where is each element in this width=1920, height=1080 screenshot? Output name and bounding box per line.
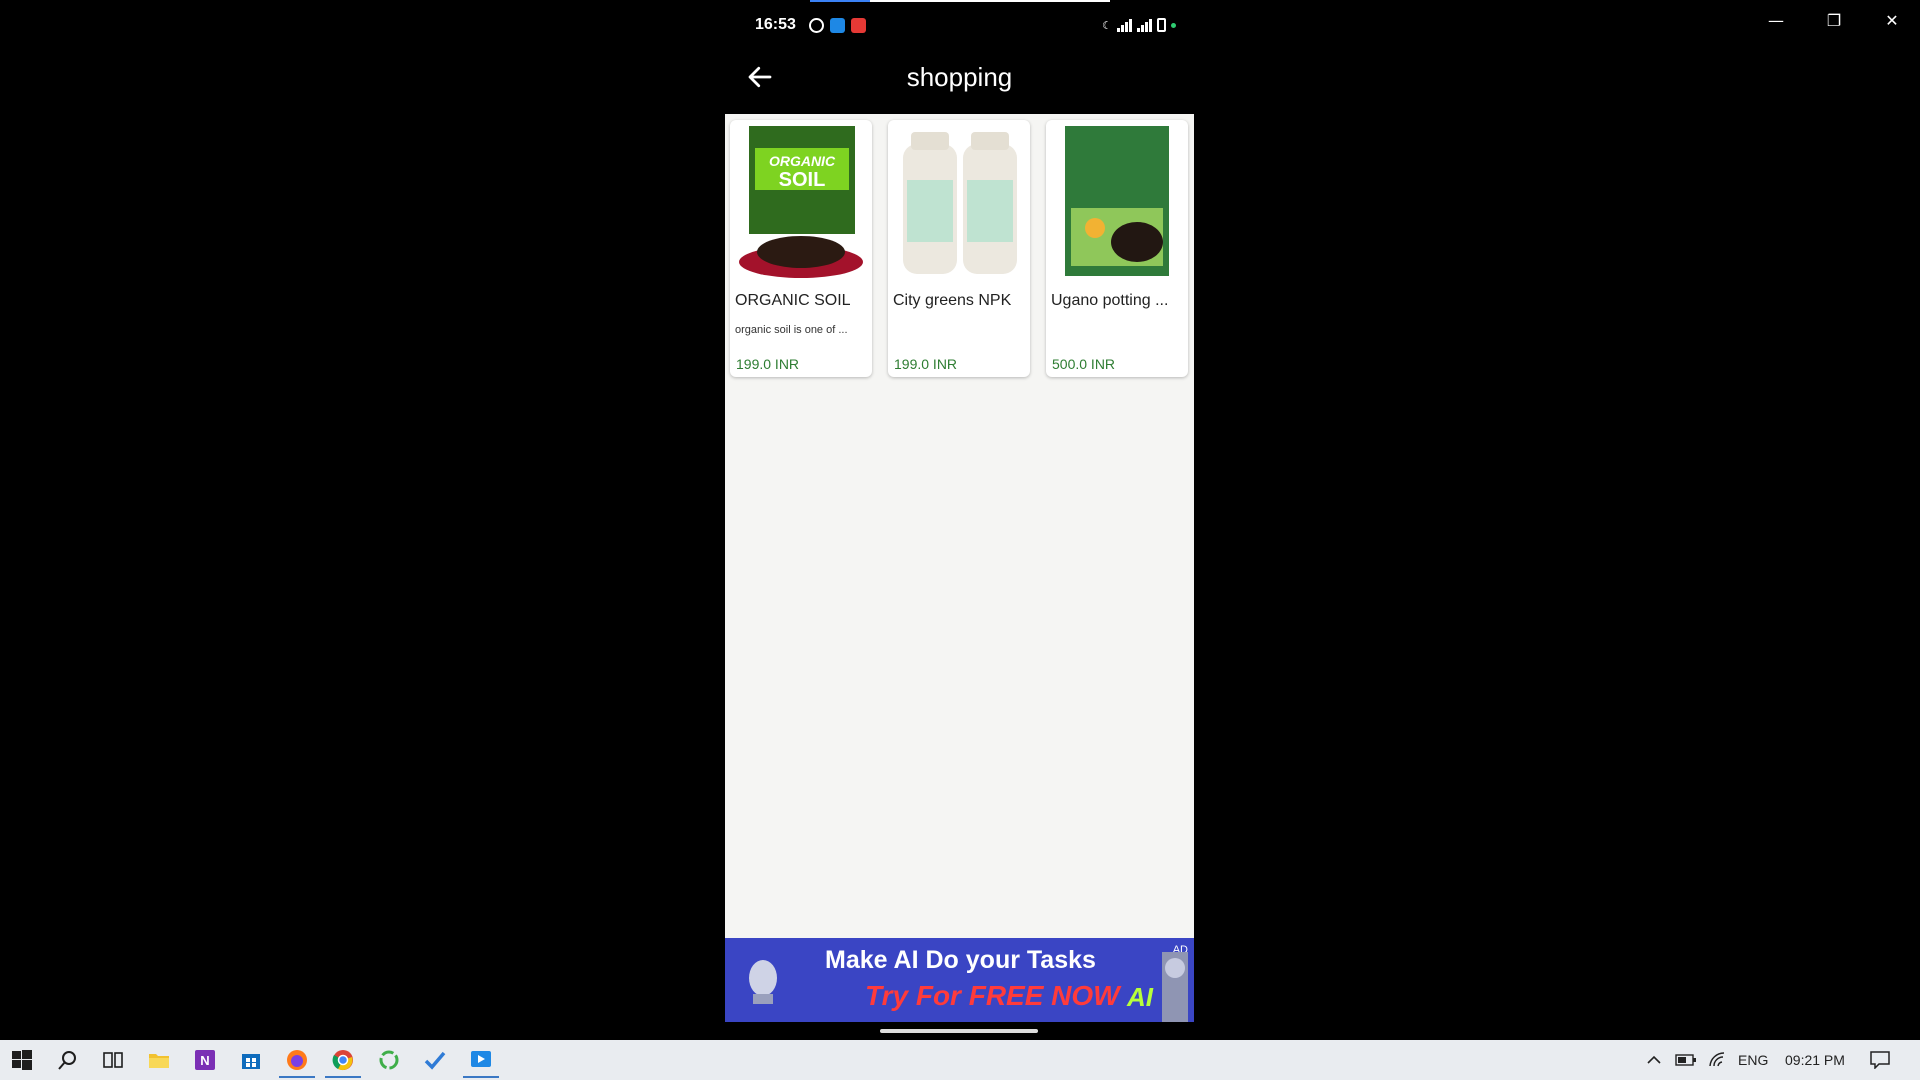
todo-button[interactable] [413,1042,457,1078]
wifi-icon [1709,1052,1725,1067]
taskbar-clock[interactable]: 09:21 PM [1785,1052,1845,1068]
onenote-button[interactable]: N [183,1042,227,1078]
product-card[interactable]: ORGANIC SOIL ORGANIC SOIL organic soil i… [730,120,872,377]
battery-icon [1157,18,1166,32]
home-indicator [880,1029,1038,1033]
svg-text:ORGANIC: ORGANIC [769,153,836,169]
ad-headline: Make AI Do your Tasks [825,946,1096,974]
page-title: shopping [906,62,1013,92]
svg-text:SOIL: SOIL [779,169,826,191]
product-price: 500.0 INR [1052,356,1116,372]
chrome-button[interactable] [321,1042,365,1078]
signal-icon [1117,18,1132,32]
phone-mirror: 16:53 ☾ shopping ORGANIC SOIL ORGANIC SO… [725,0,1194,1040]
mirror-progress [810,0,870,2]
product-price: 199.0 INR [736,356,800,372]
close-button[interactable]: ✕ [1864,6,1920,34]
product-price: 199.0 INR [894,356,958,372]
product-name: City greens NPK [893,292,1012,309]
chrome-icon [332,1050,353,1071]
ad-ai-badge: AI [1127,982,1153,1012]
notification-center-icon [1870,1051,1890,1069]
product-image [893,124,1025,280]
sync-app-button[interactable] [367,1042,411,1078]
battery-tray-icon [1675,1054,1696,1066]
maximize-button[interactable]: ❐ [1806,6,1862,34]
whatsapp-icon [809,18,824,33]
task-view-icon [103,1052,123,1068]
sync-icon [379,1050,399,1070]
product-grid: ORGANIC SOIL ORGANIC SOIL organic soil i… [725,114,1194,938]
language-indicator[interactable]: ENG [1738,1052,1768,1068]
app-header: shopping [725,44,1194,114]
product-card[interactable]: Ugano potting ... 500.0 INR [1046,120,1188,377]
windows-icon [12,1050,32,1070]
signal-2-icon [1137,18,1152,32]
search-icon [58,1051,76,1070]
store-button[interactable] [229,1042,273,1078]
status-bar: 16:53 ☾ [725,10,1194,44]
system-status-icons: ☾ [1102,18,1176,32]
desktop-screen: — ❐ ✕ 16:53 ☾ shopping ORGANIC SOIL ORGA… [0,0,1920,1080]
task-view-button[interactable] [91,1042,135,1078]
firefox-icon [287,1050,307,1070]
ad-cta: Try For FREE NOW [865,980,1120,1011]
notification-icons [809,18,866,33]
active-dot-icon [1171,22,1176,28]
firefox-button[interactable] [275,1042,319,1078]
product-card[interactable]: City greens NPK 199.0 INR [888,120,1030,377]
file-explorer-button[interactable] [137,1042,181,1078]
onenote-icon: N [195,1050,215,1070]
notifications-button[interactable] [1858,1042,1902,1078]
screen-mirror-button[interactable] [459,1042,503,1078]
ad-banner[interactable]: Make AI Do your Tasks Try For FREE NOW A… [725,938,1194,1022]
store-icon [242,1054,260,1069]
minimize-button[interactable]: — [1748,6,1804,34]
product-description: organic soil is one of ... [735,324,848,336]
start-button[interactable] [0,1042,44,1078]
folder-icon [149,1054,169,1068]
screen-mirror-icon [471,1051,491,1067]
wifi-tray-button[interactable] [1696,1042,1740,1078]
messenger-icon [830,18,845,33]
moon-icon: ☾ [1102,18,1112,32]
product-image [1051,124,1183,280]
mirror-top-bar [810,0,1110,2]
robot-head-icon [749,960,777,1004]
youtube-icon [851,18,866,33]
chevron-up-icon [1647,1055,1661,1064]
status-time: 16:53 [755,16,796,33]
product-name: Ugano potting ... [1051,292,1169,309]
checkmark-icon [424,1051,446,1070]
taskbar: N ENG 09:21 PM [0,1040,1920,1080]
robot-icon [1162,952,1188,1022]
product-name: ORGANIC SOIL [735,292,851,309]
search-button[interactable] [46,1042,90,1078]
svg-text:N: N [200,1053,209,1068]
product-image: ORGANIC SOIL [735,124,867,280]
